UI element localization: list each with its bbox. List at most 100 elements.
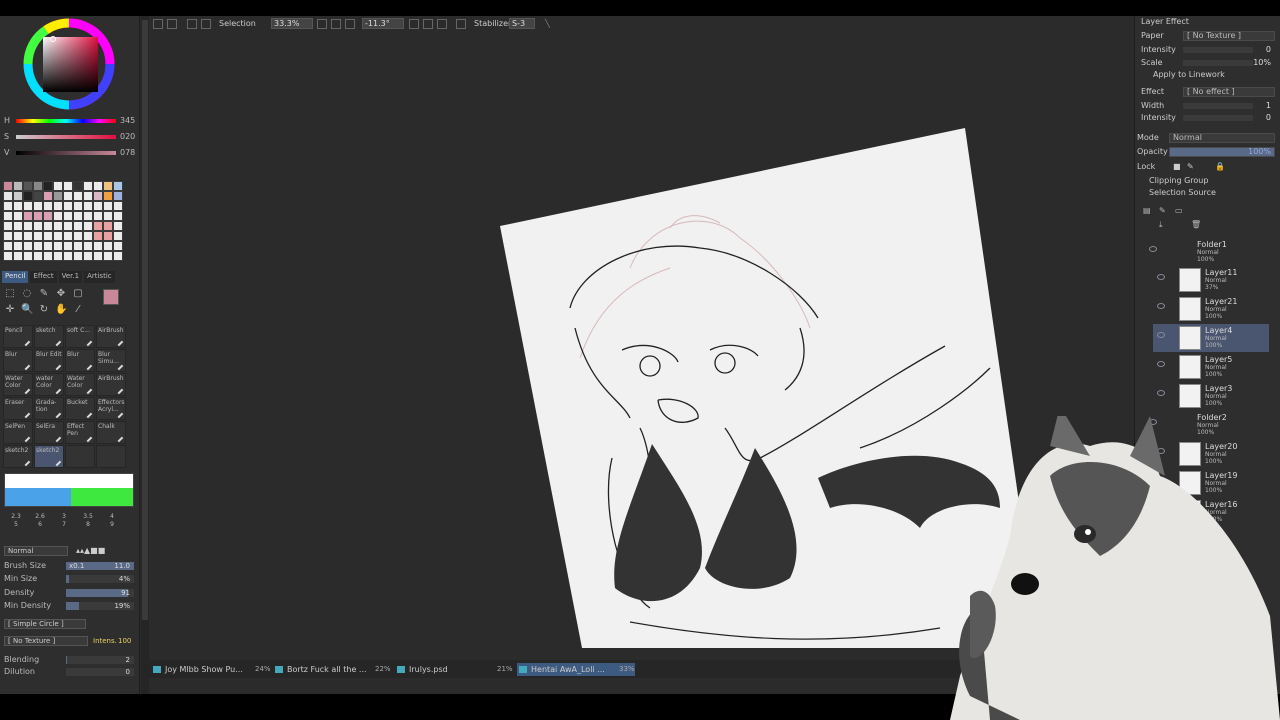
- color-swatch[interactable]: [3, 191, 13, 201]
- color-swatch[interactable]: [53, 251, 63, 261]
- visibility-eye-icon[interactable]: [1149, 246, 1157, 252]
- paper-intensity-slider[interactable]: [1183, 47, 1253, 53]
- invert-selection-icon[interactable]: [201, 19, 211, 29]
- saturation-slider[interactable]: S 020: [4, 132, 138, 142]
- paper-scale-slider[interactable]: [1183, 60, 1253, 66]
- color-swatch[interactable]: [3, 241, 13, 251]
- value-slider[interactable]: V 078: [4, 148, 138, 158]
- tab-pencil[interactable]: Pencil: [2, 271, 29, 283]
- color-swatch[interactable]: [3, 181, 13, 191]
- texture-intensity-value[interactable]: 100: [118, 637, 131, 645]
- color-swatch[interactable]: [23, 221, 33, 231]
- brush-slot[interactable]: water Color: [34, 373, 64, 396]
- color-swatch[interactable]: [33, 191, 43, 201]
- min-density-slider[interactable]: 19%: [66, 602, 134, 610]
- color-swatch[interactable]: [63, 221, 73, 231]
- color-swatch[interactable]: [33, 211, 43, 221]
- layer-item[interactable]: Layer3 Normal 100%: [1153, 382, 1269, 410]
- density-slider[interactable]: 91: [66, 589, 134, 597]
- lock-move-icon[interactable]: 🔒: [1215, 162, 1225, 171]
- apply-linework-row[interactable]: Apply to Linework: [1141, 70, 1277, 81]
- hue-slider[interactable]: H 345: [4, 116, 138, 126]
- color-swatch[interactable]: [63, 211, 73, 221]
- color-swatch[interactable]: [3, 211, 13, 221]
- color-swatch[interactable]: [33, 181, 43, 191]
- color-swatch[interactable]: [43, 221, 53, 231]
- merge-icon[interactable]: ⤓: [1159, 220, 1163, 230]
- color-swatch[interactable]: [53, 191, 63, 201]
- zoom-out-icon[interactable]: [317, 19, 327, 29]
- color-swatch[interactable]: [73, 231, 83, 241]
- doc-tab-2[interactable]: Bortz Fuck all the ... 22%: [273, 663, 391, 676]
- color-swatch[interactable]: [83, 221, 93, 231]
- lock-alpha-icon[interactable]: ■: [1173, 162, 1181, 171]
- color-swatch[interactable]: [93, 181, 103, 191]
- color-swatch[interactable]: [23, 181, 33, 191]
- color-swatch[interactable]: [13, 231, 23, 241]
- color-swatch[interactable]: [13, 241, 23, 251]
- color-swatch[interactable]: [13, 251, 23, 261]
- brush-slot[interactable]: sketch2: [3, 445, 33, 468]
- tab-ver1[interactable]: Ver.1: [58, 271, 83, 283]
- color-swatch[interactable]: [93, 241, 103, 251]
- brush-slot[interactable]: [96, 445, 126, 468]
- color-swatch[interactable]: [3, 201, 13, 211]
- color-swatch[interactable]: [73, 221, 83, 231]
- color-swatch[interactable]: [73, 241, 83, 251]
- left-panel-scrollbar[interactable]: [141, 16, 149, 694]
- color-swatch[interactable]: [103, 251, 113, 261]
- zoom-field[interactable]: 33.3%: [271, 18, 313, 29]
- brush-slot[interactable]: Effect Pen: [65, 421, 95, 444]
- color-swatch[interactable]: [53, 231, 63, 241]
- select-rect-icon[interactable]: ⬚: [4, 288, 16, 300]
- brush-size-slider[interactable]: x0.1 11.0: [66, 562, 134, 570]
- color-swatch[interactable]: [23, 231, 33, 241]
- color-swatch[interactable]: [113, 191, 123, 201]
- color-swatch[interactable]: [83, 241, 93, 251]
- brush-size-preset[interactable]: 4: [100, 513, 124, 520]
- brush-size-presets[interactable]: 2.3 2.6 3 3.5 4 5 6 7 8 9: [4, 513, 134, 528]
- brush-slot[interactable]: Blur Edit: [34, 349, 64, 372]
- selection-label[interactable]: Selection: [219, 19, 256, 28]
- brush-slot[interactable]: Eraser: [3, 397, 33, 420]
- color-swatch[interactable]: [83, 211, 93, 221]
- color-swatch[interactable]: [43, 211, 53, 221]
- brush-size-preset[interactable]: 2.6: [28, 513, 52, 520]
- rotate-left-icon[interactable]: [409, 19, 419, 29]
- color-swatch[interactable]: [103, 221, 113, 231]
- blending-slider[interactable]: 2: [66, 656, 134, 664]
- visibility-eye-icon[interactable]: [1157, 332, 1165, 338]
- visibility-eye-icon[interactable]: [1157, 274, 1165, 280]
- brush-texture-select[interactable]: [ No Texture ]: [4, 636, 88, 646]
- doc-tab-4[interactable]: Hentai AwA_Loli ... 33%: [517, 663, 635, 676]
- color-swatch[interactable]: [93, 251, 103, 261]
- flip-icon[interactable]: [456, 19, 466, 29]
- color-swatch[interactable]: [43, 181, 53, 191]
- color-swatch[interactable]: [103, 231, 113, 241]
- color-swatch[interactable]: [83, 231, 93, 241]
- color-swatch[interactable]: [113, 211, 123, 221]
- tab-artistic[interactable]: Artistic: [84, 271, 115, 283]
- color-swatches[interactable]: [3, 181, 123, 261]
- color-swatch[interactable]: [23, 191, 33, 201]
- color-swatch[interactable]: [93, 191, 103, 201]
- color-swatch[interactable]: [113, 181, 123, 191]
- color-swatch[interactable]: [103, 201, 113, 211]
- color-swatch[interactable]: [83, 181, 93, 191]
- brush-size-preset[interactable]: 8: [76, 521, 100, 528]
- color-swatch[interactable]: [13, 191, 23, 201]
- color-swatch[interactable]: [113, 221, 123, 231]
- brush-slot[interactable]: Blur: [65, 349, 95, 372]
- doc-tab-1[interactable]: Joy Mlbb Show Pu... 24%: [151, 663, 271, 676]
- color-swatch[interactable]: [73, 251, 83, 261]
- color-swatch[interactable]: [53, 241, 63, 251]
- layer-mode-select[interactable]: Normal: [1169, 133, 1275, 143]
- zoom-icon[interactable]: 🔍: [21, 304, 33, 316]
- color-swatch[interactable]: [103, 191, 113, 201]
- color-swatch[interactable]: [83, 191, 93, 201]
- color-swatch[interactable]: [53, 201, 63, 211]
- visibility-eye-icon[interactable]: [1157, 303, 1165, 309]
- color-swatch[interactable]: [103, 211, 113, 221]
- color-swatch[interactable]: [63, 241, 73, 251]
- zoom-reset-icon[interactable]: [345, 19, 355, 29]
